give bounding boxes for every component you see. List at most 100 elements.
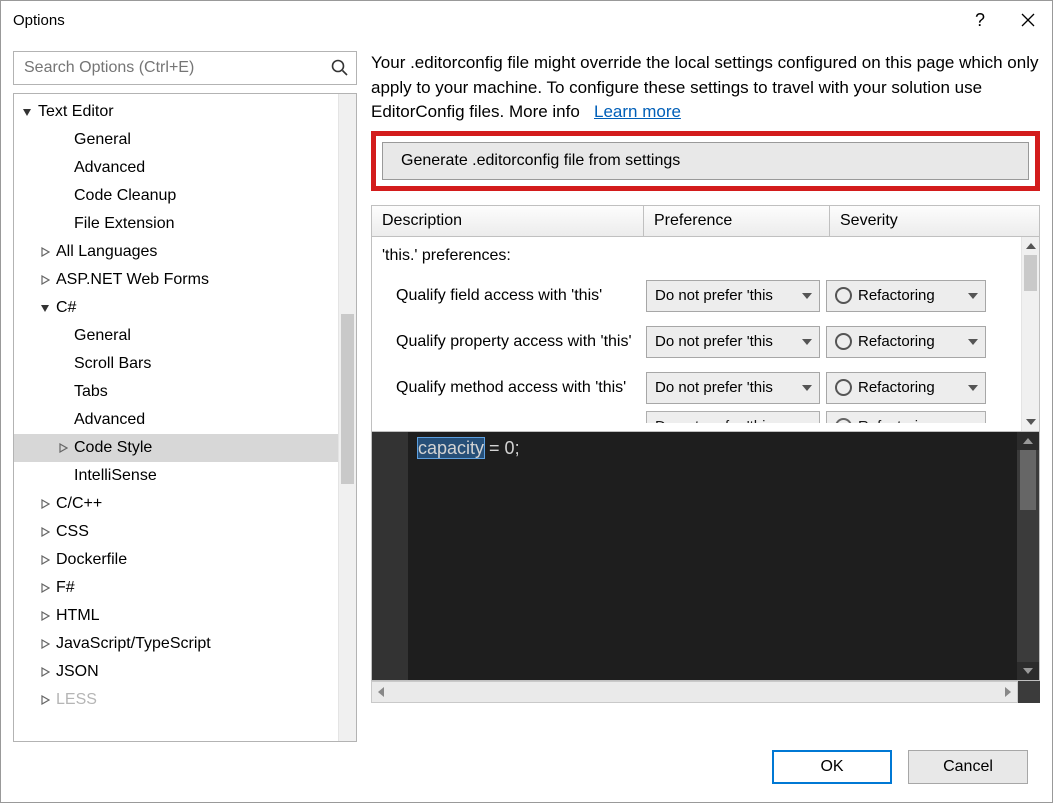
code-vertical-scrollbar[interactable] <box>1017 432 1039 680</box>
scroll-left-icon[interactable] <box>372 682 390 702</box>
chevron-down-icon <box>965 339 981 345</box>
tree-item-scroll-bars[interactable]: Scroll Bars <box>14 350 338 378</box>
dropdown-value: Refactoring <box>858 333 965 350</box>
tree-item-label: C/C++ <box>56 495 102 513</box>
expand-icon <box>38 611 52 621</box>
search-input[interactable] <box>22 58 330 78</box>
tree-item-f-[interactable]: F# <box>14 574 338 602</box>
tree-item-javascript-typescript[interactable]: JavaScript/TypeScript <box>14 630 338 658</box>
tree-item-label: Scroll Bars <box>74 355 151 373</box>
tree-item-advanced[interactable]: Advanced <box>14 406 338 434</box>
dropdown-value: Do not prefer 'this <box>655 333 799 350</box>
help-button[interactable]: ? <box>956 1 1004 39</box>
tree-item-general[interactable]: General <box>14 126 338 154</box>
preference-dropdown[interactable]: Do not prefer 'this <box>646 411 820 423</box>
chevron-down-icon <box>965 385 981 391</box>
chevron-down-icon <box>799 293 815 299</box>
code-area[interactable]: capacity = 0; <box>408 432 1017 680</box>
tree-item-intellisense[interactable]: IntelliSense <box>14 462 338 490</box>
scrollbar-thumb[interactable] <box>1024 255 1037 291</box>
options-tree: Text Editor General Advanced Code CleanupFi… <box>13 93 357 742</box>
dialog-footer: OK Cancel <box>13 742 1040 802</box>
column-header-severity[interactable]: Severity <box>830 206 1039 236</box>
tree-item-c-[interactable]: C# <box>14 294 338 322</box>
preferences-grid-body: 'this.' preferences: Qualify field acces… <box>371 237 1040 431</box>
chevron-down-icon <box>965 293 981 299</box>
dropdown-value: Do not prefer 'this <box>655 287 799 304</box>
tree-item-general[interactable]: General <box>14 322 338 350</box>
preference-description: Qualify field access with 'this' <box>396 286 646 306</box>
tree-item-label: CSS <box>56 523 89 541</box>
preference-dropdown[interactable]: Do not prefer 'this <box>646 280 820 312</box>
tree-item-label: JavaScript/TypeScript <box>56 635 211 653</box>
tree-scrollbar[interactable] <box>338 94 356 741</box>
preference-dropdown[interactable]: Do not prefer 'this <box>646 326 820 358</box>
notice-text: Your .editorconfig file might override t… <box>371 53 1038 121</box>
tree-item-html[interactable]: HTML <box>14 602 338 630</box>
group-this-preferences: 'this.' preferences: <box>372 243 1021 273</box>
chevron-down-icon <box>799 385 815 391</box>
tree-item-dockerfile[interactable]: Dockerfile <box>14 546 338 574</box>
tree-item-text-editor[interactable]: Text Editor <box>14 98 338 126</box>
expand-icon <box>38 499 52 509</box>
preference-row: Qualify property access with 'this'Do no… <box>372 319 1021 365</box>
grid-scrollbar[interactable] <box>1021 237 1039 431</box>
preference-row: Qualify field access with 'this' Do not p… <box>372 273 1021 319</box>
preference-dropdown[interactable]: Do not prefer 'this <box>646 372 820 404</box>
column-header-preference[interactable]: Preference <box>644 206 830 236</box>
preference-row: Qualify method access with 'this'Do not … <box>372 365 1021 411</box>
severity-circle-icon <box>835 333 852 350</box>
dropdown-value: Refactoring <box>858 379 965 396</box>
expand-icon <box>38 555 52 565</box>
tree-item-all-languages[interactable]: All Languages <box>14 238 338 266</box>
tree-item-c-c-[interactable]: C/C++ <box>14 490 338 518</box>
tree-item-label: C# <box>56 299 76 317</box>
code-horizontal-scrollbar[interactable] <box>371 681 1040 703</box>
tree-item-label: General <box>74 131 131 149</box>
search-box[interactable] <box>13 51 357 85</box>
tree-body[interactable]: Text Editor General Advanced Code CleanupFi… <box>14 94 338 741</box>
tree-item-advanced[interactable]: Advanced <box>14 154 338 182</box>
severity-dropdown[interactable]: Refactoring <box>826 326 986 358</box>
dropdown-value: Refactoring <box>858 287 965 304</box>
scrollbar-thumb[interactable] <box>341 314 354 484</box>
tree-item-label: ASP.NET Web Forms <box>56 271 209 289</box>
scroll-up-icon[interactable] <box>1022 237 1039 255</box>
tree-item-less[interactable]: LESS <box>14 686 338 714</box>
expand-icon <box>38 583 52 593</box>
cancel-button[interactable]: Cancel <box>908 750 1028 784</box>
tree-item-json[interactable]: JSON <box>14 658 338 686</box>
close-button[interactable] <box>1004 1 1052 39</box>
scroll-down-icon[interactable] <box>1022 413 1039 431</box>
tree-item-label: F# <box>56 579 75 597</box>
scrollbar-thumb[interactable] <box>1020 450 1036 510</box>
help-icon: ? <box>975 10 985 31</box>
tree-item-label: Advanced <box>74 411 145 429</box>
tree-item-asp-net-web-forms[interactable]: ASP.NET Web Forms <box>14 266 338 294</box>
window-title: Options <box>13 12 956 29</box>
severity-dropdown[interactable]: Refactoring <box>826 372 986 404</box>
severity-dropdown[interactable]: Refactoring <box>826 280 986 312</box>
tree-item-css[interactable]: CSS <box>14 518 338 546</box>
tree-item-code-style[interactable]: Code Style <box>14 434 338 462</box>
tree-item-tabs[interactable]: Tabs <box>14 378 338 406</box>
tree-item-file-extension[interactable]: File Extension <box>14 210 338 238</box>
code-gutter <box>372 432 408 680</box>
severity-dropdown[interactable]: Refactoring <box>826 411 986 423</box>
cancel-label: Cancel <box>943 758 993 776</box>
expand-icon <box>56 443 70 453</box>
ok-label: OK <box>820 758 843 776</box>
learn-more-link[interactable]: Learn more <box>594 102 681 121</box>
preferences-grid-header: Description Preference Severity <box>371 205 1040 237</box>
scroll-up-icon[interactable] <box>1017 432 1039 450</box>
column-header-description[interactable]: Description <box>372 206 644 236</box>
severity-circle-icon <box>835 287 852 304</box>
scrollbar-corner <box>1018 681 1040 703</box>
tree-item-code-cleanup[interactable]: Code Cleanup <box>14 182 338 210</box>
generate-editorconfig-button[interactable]: Generate .editorconfig file from setting… <box>382 142 1029 180</box>
scroll-right-icon[interactable] <box>999 682 1017 702</box>
severity-circle-icon <box>835 379 852 396</box>
ok-button[interactable]: OK <box>772 750 892 784</box>
scroll-down-icon[interactable] <box>1017 662 1039 680</box>
tree-item-label: Advanced <box>74 159 145 177</box>
